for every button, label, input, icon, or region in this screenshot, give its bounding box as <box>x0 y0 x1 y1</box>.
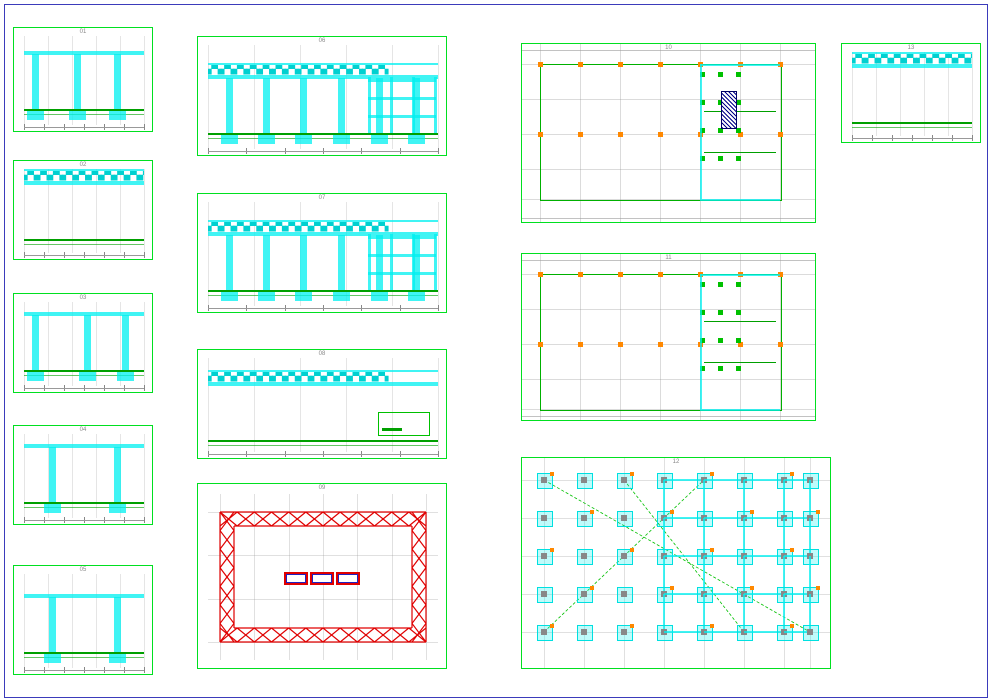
sheet-D3[interactable]: 12 <box>521 457 831 669</box>
sheet-title: 07 <box>198 195 446 201</box>
sheet-title: 03 <box>14 295 152 301</box>
sheet-A4[interactable]: 04 <box>13 425 153 525</box>
sheet-D1[interactable]: 10 <box>521 43 816 223</box>
sheet-A5[interactable]: 05 <box>13 565 153 675</box>
sheet-title: 13 <box>842 45 980 51</box>
sheet-A1[interactable]: 01 <box>13 27 153 132</box>
sheet-title: 04 <box>14 427 152 433</box>
sheet-B2[interactable]: 07▞▚▞▚▞▚▞▚▞▚▞▚▞▚▞▚▞▚▞▚▞▚▞▚▞▚▞▚ <box>197 193 447 313</box>
sheet-D2[interactable]: 11 <box>521 253 816 421</box>
sheet-title: 08 <box>198 351 446 357</box>
sheet-E[interactable]: 13▞▚▞▚▞▚▞▚▞▚▞▚▞▚▞▚▞▚▞▚▞▚▞▚▞▚▞▚ <box>841 43 981 143</box>
sheet-A2[interactable]: 02▞▚▞▚▞▚▞▚▞▚▞▚▞▚▞▚▞▚▞▚▞▚▞▚▞▚▞▚ <box>13 160 153 260</box>
sheet-A3[interactable]: 03 <box>13 293 153 393</box>
sheet-B1[interactable]: 06▞▚▞▚▞▚▞▚▞▚▞▚▞▚▞▚▞▚▞▚▞▚▞▚▞▚▞▚ <box>197 36 447 156</box>
sheet-B3[interactable]: 08▞▚▞▚▞▚▞▚▞▚▞▚▞▚▞▚▞▚▞▚▞▚▞▚▞▚▞▚ <box>197 349 447 459</box>
sheet-title: 05 <box>14 567 152 573</box>
sheet-title: 06 <box>198 38 446 44</box>
sheet-C[interactable]: 09 <box>197 483 447 669</box>
sheet-title: 02 <box>14 162 152 168</box>
sheet-title: 01 <box>14 29 152 35</box>
drawing-canvas: 01 02▞▚▞▚▞▚▞▚▞▚▞▚▞▚▞▚▞▚▞▚▞▚▞▚▞▚▞▚ 03 04 05 06… <box>4 4 988 698</box>
